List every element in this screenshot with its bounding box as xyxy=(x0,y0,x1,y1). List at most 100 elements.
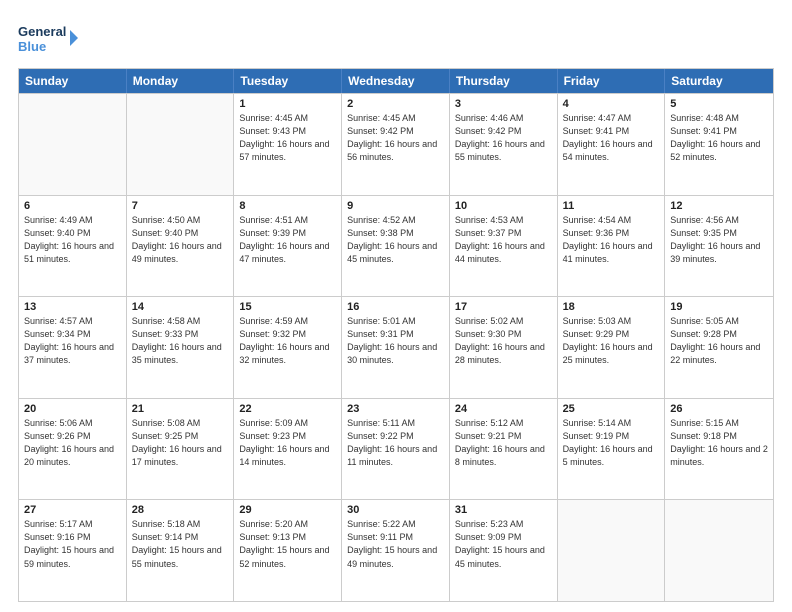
day-info: Sunrise: 4:56 AM Sunset: 9:35 PM Dayligh… xyxy=(670,214,768,266)
day-info: Sunrise: 5:03 AM Sunset: 9:29 PM Dayligh… xyxy=(563,315,660,367)
day-cell-30: 30 Sunrise: 5:22 AM Sunset: 9:11 PM Dayli… xyxy=(342,500,450,601)
header-cell-wednesday: Wednesday xyxy=(342,69,450,93)
day-info: Sunrise: 5:17 AM Sunset: 9:16 PM Dayligh… xyxy=(24,518,121,570)
day-info: Sunrise: 4:57 AM Sunset: 9:34 PM Dayligh… xyxy=(24,315,121,367)
day-number: 12 xyxy=(670,200,768,212)
day-cell-17: 17Sunrise: 5:02 AM Sunset: 9:30 PM Dayli… xyxy=(450,297,558,398)
day-number: 24 xyxy=(455,403,552,415)
day-cell-8: 8 Sunrise: 4:51 AM Sunset: 9:39 PM Daylig… xyxy=(234,196,342,297)
day-number: 15 xyxy=(239,301,336,313)
day-number: 3 xyxy=(455,98,552,110)
calendar-body: 1 Sunrise: 4:45 AM Sunset: 9:43 PM Daylig… xyxy=(19,93,773,601)
day-info: Sunrise: 4:48 AM Sunset: 9:41 PM Dayligh… xyxy=(670,112,768,164)
day-cell-14: 14Sunrise: 4:58 AM Sunset: 9:33 PM Dayli… xyxy=(127,297,235,398)
empty-cell xyxy=(127,94,235,195)
day-cell-18: 18Sunrise: 5:03 AM Sunset: 9:29 PM Dayli… xyxy=(558,297,666,398)
week-row-1: 1 Sunrise: 4:45 AM Sunset: 9:43 PM Daylig… xyxy=(19,93,773,195)
day-cell-12: 12 Sunrise: 4:56 AM Sunset: 9:35 PM Dayli… xyxy=(665,196,773,297)
day-cell-31: 31 Sunrise: 5:23 AM Sunset: 9:09 PM Dayli… xyxy=(450,500,558,601)
header-cell-sunday: Sunday xyxy=(19,69,127,93)
day-number: 23 xyxy=(347,403,444,415)
day-cell-24: 24 Sunrise: 5:12 AM Sunset: 9:21 PM Dayli… xyxy=(450,399,558,500)
day-number: 20 xyxy=(24,403,121,415)
day-cell-5: 5Sunrise: 4:48 AM Sunset: 9:41 PM Daylig… xyxy=(665,94,773,195)
day-cell-10: 10Sunrise: 4:53 AM Sunset: 9:37 PM Dayli… xyxy=(450,196,558,297)
day-cell-23: 23Sunrise: 5:11 AM Sunset: 9:22 PM Dayli… xyxy=(342,399,450,500)
header-cell-thursday: Thursday xyxy=(450,69,558,93)
day-info: Sunrise: 5:09 AM Sunset: 9:23 PM Dayligh… xyxy=(239,417,336,469)
day-info: Sunrise: 4:46 AM Sunset: 9:42 PM Dayligh… xyxy=(455,112,552,164)
empty-cell xyxy=(558,500,666,601)
empty-cell xyxy=(19,94,127,195)
day-number: 30 xyxy=(347,504,444,516)
day-info: Sunrise: 5:05 AM Sunset: 9:28 PM Dayligh… xyxy=(670,315,768,367)
day-info: Sunrise: 5:06 AM Sunset: 9:26 PM Dayligh… xyxy=(24,417,121,469)
day-info: Sunrise: 5:08 AM Sunset: 9:25 PM Dayligh… xyxy=(132,417,229,469)
day-number: 9 xyxy=(347,200,444,212)
header-cell-monday: Monday xyxy=(127,69,235,93)
day-number: 19 xyxy=(670,301,768,313)
day-cell-7: 7 Sunrise: 4:50 AM Sunset: 9:40 PM Daylig… xyxy=(127,196,235,297)
day-info: Sunrise: 5:20 AM Sunset: 9:13 PM Dayligh… xyxy=(239,518,336,570)
day-number: 8 xyxy=(239,200,336,212)
day-number: 21 xyxy=(132,403,229,415)
day-info: Sunrise: 4:45 AM Sunset: 9:42 PM Dayligh… xyxy=(347,112,444,164)
calendar: SundayMondayTuesdayWednesdayThursdayFrid… xyxy=(18,68,774,602)
day-number: 22 xyxy=(239,403,336,415)
svg-text:General: General xyxy=(18,24,66,39)
day-cell-15: 15Sunrise: 4:59 AM Sunset: 9:32 PM Dayli… xyxy=(234,297,342,398)
day-info: Sunrise: 5:15 AM Sunset: 9:18 PM Dayligh… xyxy=(670,417,768,469)
day-info: Sunrise: 4:58 AM Sunset: 9:33 PM Dayligh… xyxy=(132,315,229,367)
day-info: Sunrise: 5:02 AM Sunset: 9:30 PM Dayligh… xyxy=(455,315,552,367)
day-cell-29: 29Sunrise: 5:20 AM Sunset: 9:13 PM Dayli… xyxy=(234,500,342,601)
day-cell-16: 16Sunrise: 5:01 AM Sunset: 9:31 PM Dayli… xyxy=(342,297,450,398)
day-cell-19: 19 Sunrise: 5:05 AM Sunset: 9:28 PM Dayli… xyxy=(665,297,773,398)
day-info: Sunrise: 5:12 AM Sunset: 9:21 PM Dayligh… xyxy=(455,417,552,469)
day-cell-13: 13 Sunrise: 4:57 AM Sunset: 9:34 PM Dayli… xyxy=(19,297,127,398)
day-number: 7 xyxy=(132,200,229,212)
day-info: Sunrise: 4:49 AM Sunset: 9:40 PM Dayligh… xyxy=(24,214,121,266)
day-number: 25 xyxy=(563,403,660,415)
svg-text:Blue: Blue xyxy=(18,39,46,54)
day-info: Sunrise: 4:50 AM Sunset: 9:40 PM Dayligh… xyxy=(132,214,229,266)
day-info: Sunrise: 5:14 AM Sunset: 9:19 PM Dayligh… xyxy=(563,417,660,469)
day-info: Sunrise: 4:54 AM Sunset: 9:36 PM Dayligh… xyxy=(563,214,660,266)
day-info: Sunrise: 4:45 AM Sunset: 9:43 PM Dayligh… xyxy=(239,112,336,164)
day-number: 13 xyxy=(24,301,121,313)
empty-cell xyxy=(665,500,773,601)
day-cell-9: 9 Sunrise: 4:52 AM Sunset: 9:38 PM Daylig… xyxy=(342,196,450,297)
day-cell-22: 22 Sunrise: 5:09 AM Sunset: 9:23 PM Dayli… xyxy=(234,399,342,500)
day-info: Sunrise: 4:52 AM Sunset: 9:38 PM Dayligh… xyxy=(347,214,444,266)
day-number: 31 xyxy=(455,504,552,516)
day-cell-27: 27Sunrise: 5:17 AM Sunset: 9:16 PM Dayli… xyxy=(19,500,127,601)
header-cell-tuesday: Tuesday xyxy=(234,69,342,93)
day-cell-26: 26 Sunrise: 5:15 AM Sunset: 9:18 PM Dayli… xyxy=(665,399,773,500)
day-cell-25: 25 Sunrise: 5:14 AM Sunset: 9:19 PM Dayli… xyxy=(558,399,666,500)
calendar-header: SundayMondayTuesdayWednesdayThursdayFrid… xyxy=(19,69,773,93)
day-cell-21: 21 Sunrise: 5:08 AM Sunset: 9:25 PM Dayli… xyxy=(127,399,235,500)
day-cell-3: 3 Sunrise: 4:46 AM Sunset: 9:42 PM Daylig… xyxy=(450,94,558,195)
day-info: Sunrise: 4:51 AM Sunset: 9:39 PM Dayligh… xyxy=(239,214,336,266)
day-info: Sunrise: 5:22 AM Sunset: 9:11 PM Dayligh… xyxy=(347,518,444,570)
week-row-4: 20 Sunrise: 5:06 AM Sunset: 9:26 PM Dayli… xyxy=(19,398,773,500)
day-cell-2: 2 Sunrise: 4:45 AM Sunset: 9:42 PM Daylig… xyxy=(342,94,450,195)
header-cell-saturday: Saturday xyxy=(665,69,773,93)
day-number: 4 xyxy=(563,98,660,110)
day-number: 1 xyxy=(239,98,336,110)
day-cell-11: 11 Sunrise: 4:54 AM Sunset: 9:36 PM Dayli… xyxy=(558,196,666,297)
day-info: Sunrise: 5:01 AM Sunset: 9:31 PM Dayligh… xyxy=(347,315,444,367)
day-number: 6 xyxy=(24,200,121,212)
day-cell-4: 4Sunrise: 4:47 AM Sunset: 9:41 PM Daylig… xyxy=(558,94,666,195)
day-number: 28 xyxy=(132,504,229,516)
day-cell-6: 6 Sunrise: 4:49 AM Sunset: 9:40 PM Daylig… xyxy=(19,196,127,297)
logo: General Blue xyxy=(18,18,78,58)
day-number: 2 xyxy=(347,98,444,110)
logo-svg: General Blue xyxy=(18,18,78,58)
day-number: 26 xyxy=(670,403,768,415)
week-row-5: 27Sunrise: 5:17 AM Sunset: 9:16 PM Dayli… xyxy=(19,499,773,601)
day-number: 11 xyxy=(563,200,660,212)
week-row-2: 6 Sunrise: 4:49 AM Sunset: 9:40 PM Daylig… xyxy=(19,195,773,297)
header-cell-friday: Friday xyxy=(558,69,666,93)
day-cell-28: 28Sunrise: 5:18 AM Sunset: 9:14 PM Dayli… xyxy=(127,500,235,601)
day-info: Sunrise: 5:23 AM Sunset: 9:09 PM Dayligh… xyxy=(455,518,552,570)
